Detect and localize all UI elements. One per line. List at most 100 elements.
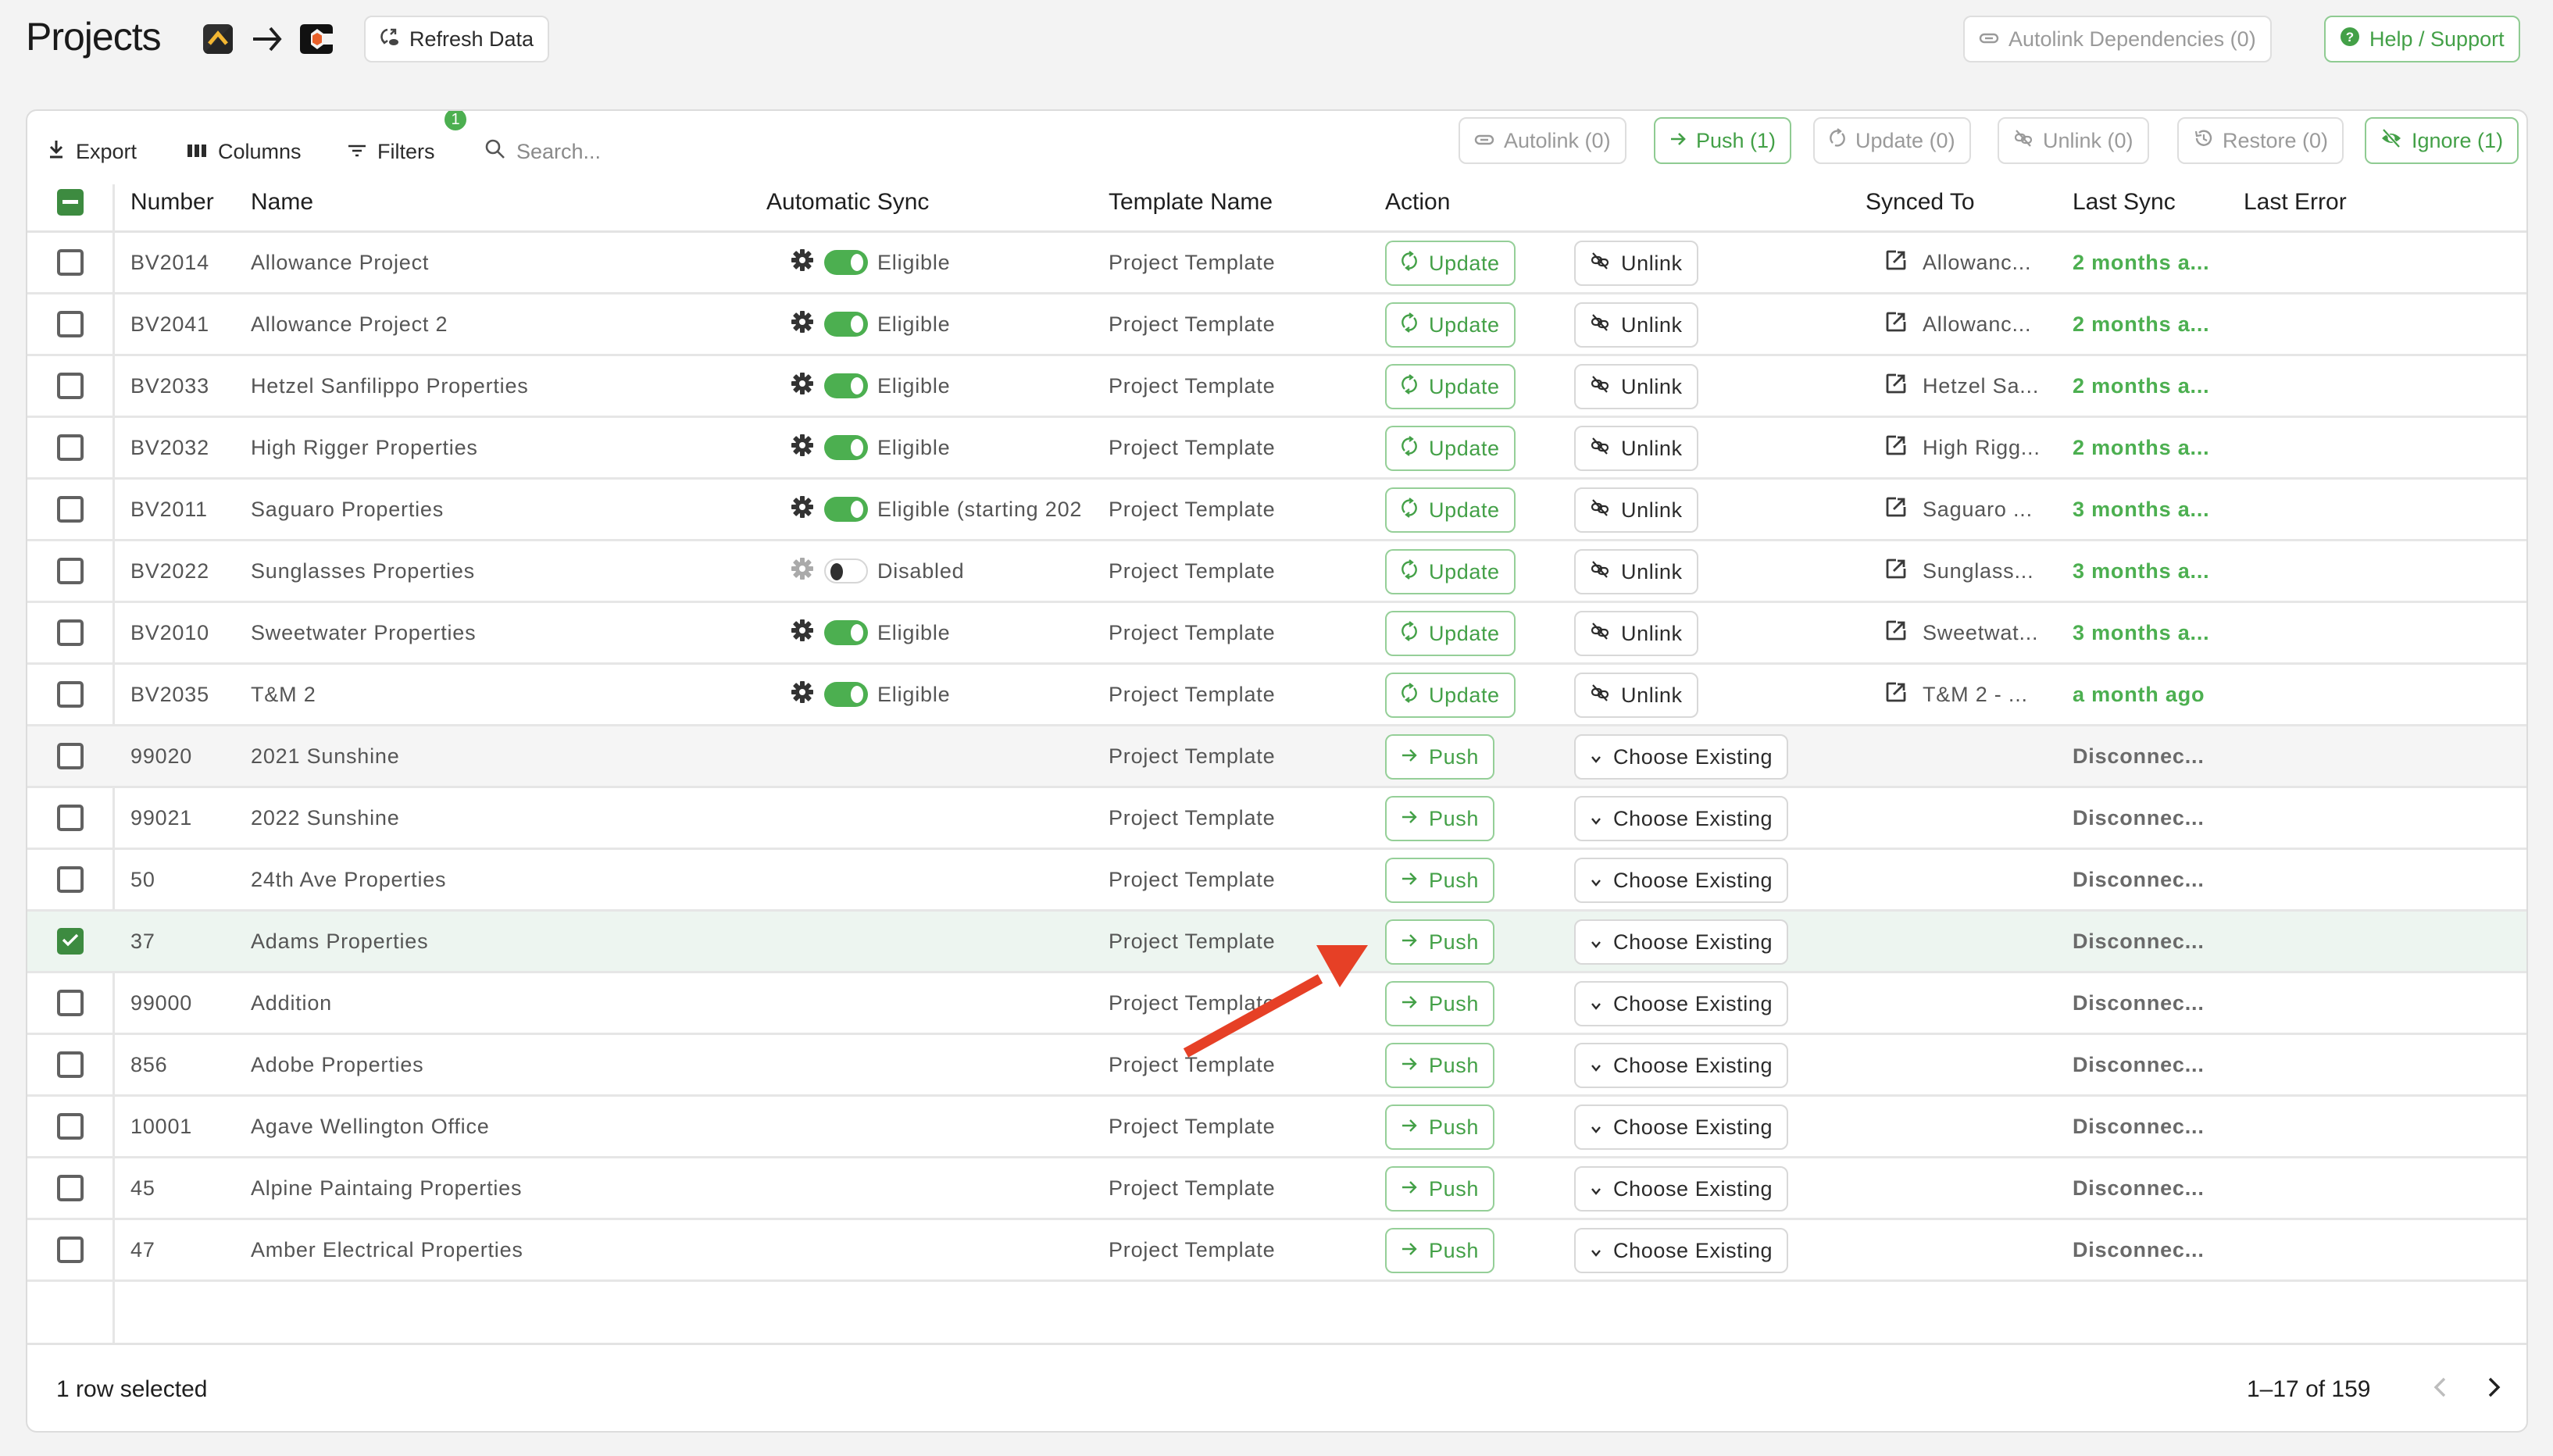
row-checkbox[interactable] <box>57 681 84 708</box>
update-button[interactable]: Update <box>1385 487 1516 533</box>
choose-existing-dropdown[interactable]: Choose Existing <box>1574 858 1789 903</box>
column-header-synced-to[interactable]: Synced To <box>1866 173 1975 230</box>
external-link-icon[interactable] <box>1885 249 1907 277</box>
refresh-data-button[interactable]: Refresh Data <box>364 16 550 62</box>
unlink-button[interactable]: Unlink <box>1574 673 1698 718</box>
external-link-icon[interactable] <box>1885 311 1907 338</box>
synced-to-cell[interactable]: Sweetwat... <box>1885 603 2038 662</box>
external-link-icon[interactable] <box>1885 619 1907 647</box>
update-button[interactable]: Update <box>1385 673 1516 718</box>
table-row[interactable]: BV2010 Sweetwater Properties Eligible Pro… <box>27 603 2526 665</box>
gear-icon[interactable] <box>790 556 815 587</box>
push-button[interactable]: Push <box>1385 1228 1494 1273</box>
auto-sync-toggle[interactable] <box>824 373 868 398</box>
table-row[interactable]: BV2032 High Rigger Properties Eligible Pr… <box>27 418 2526 480</box>
table-row[interactable]: 10001 Agave Wellington Office Project Temp… <box>27 1097 2526 1158</box>
table-row[interactable]: 50 24th Ave Properties Project Template Pu… <box>27 850 2526 912</box>
push-button[interactable]: Push <box>1385 919 1494 965</box>
table-row[interactable]: 47 Amber Electrical Properties Project Tem… <box>27 1220 2526 1282</box>
row-checkbox[interactable] <box>57 805 84 831</box>
synced-to-cell[interactable]: Saguaro ... <box>1885 480 2033 539</box>
synced-to-name[interactable]: T&M 2 - ... <box>1923 683 2028 707</box>
gear-icon[interactable] <box>790 680 815 710</box>
synced-to-name[interactable]: Allowanc... <box>1923 251 2031 275</box>
gear-icon[interactable] <box>790 371 815 401</box>
table-row[interactable]: 45 Alpine Paintaing Properties Project Tem… <box>27 1158 2526 1220</box>
synced-to-name[interactable]: High Rigg... <box>1923 436 2041 460</box>
previous-page-button[interactable] <box>2424 1373 2455 1404</box>
update-button[interactable]: Update <box>1385 241 1516 286</box>
bulk-unlink-button[interactable]: Unlink (0) <box>1998 117 2149 164</box>
column-header-template-name[interactable]: Template Name <box>1109 173 1273 230</box>
unlink-button[interactable]: Unlink <box>1574 487 1698 533</box>
row-checkbox[interactable] <box>57 434 84 461</box>
auto-sync-toggle[interactable] <box>824 497 868 522</box>
auto-sync-toggle[interactable] <box>824 250 868 275</box>
autolink-dependencies-button[interactable]: Autolink Dependencies (0) <box>1963 16 2272 62</box>
row-checkbox[interactable] <box>57 1051 84 1078</box>
auto-sync-toggle[interactable] <box>824 682 868 707</box>
bulk-push-button[interactable]: Push (1) <box>1654 117 1792 164</box>
table-row[interactable]: 99021 2022 Sunshine Project Template Push … <box>27 788 2526 850</box>
update-button[interactable]: Update <box>1385 364 1516 409</box>
table-row[interactable]: BV2035 T&M 2 Eligible Project Template Up… <box>27 665 2526 726</box>
push-button[interactable]: Push <box>1385 1104 1494 1150</box>
auto-sync-toggle[interactable] <box>824 558 868 583</box>
next-page-button[interactable] <box>2479 1373 2510 1404</box>
unlink-button[interactable]: Unlink <box>1574 426 1698 471</box>
table-row[interactable]: BV2033 Hetzel Sanfilippo Properties Eligi… <box>27 356 2526 418</box>
synced-to-name[interactable]: Sunglass... <box>1923 559 2033 583</box>
bulk-autolink-button[interactable]: Autolink (0) <box>1459 117 1626 164</box>
unlink-button[interactable]: Unlink <box>1574 241 1698 286</box>
column-header-last-error[interactable]: Last Error <box>2244 173 2347 230</box>
gear-icon[interactable] <box>790 433 815 463</box>
synced-to-cell[interactable]: T&M 2 - ... <box>1885 665 2028 724</box>
synced-to-name[interactable]: Sweetwat... <box>1923 621 2038 645</box>
choose-existing-dropdown[interactable]: Choose Existing <box>1574 796 1789 841</box>
row-checkbox[interactable] <box>57 990 84 1016</box>
choose-existing-dropdown[interactable]: Choose Existing <box>1574 1043 1789 1088</box>
table-row[interactable]: 99020 2021 Sunshine Project Template Push … <box>27 726 2526 788</box>
external-link-icon[interactable] <box>1885 558 1907 585</box>
bulk-update-button[interactable]: Update (0) <box>1813 117 1971 164</box>
unlink-button[interactable]: Unlink <box>1574 364 1698 409</box>
synced-to-cell[interactable]: Allowanc... <box>1885 294 2031 354</box>
push-button[interactable]: Push <box>1385 1166 1494 1212</box>
synced-to-name[interactable]: Allowanc... <box>1923 312 2031 337</box>
column-header-last-sync[interactable]: Last Sync <box>2073 173 2176 230</box>
column-header-automatic-sync[interactable]: Automatic Sync <box>766 173 929 230</box>
push-button[interactable]: Push <box>1385 734 1494 780</box>
synced-to-name[interactable]: Saguaro ... <box>1923 498 2033 522</box>
gear-icon[interactable] <box>790 309 815 340</box>
choose-existing-dropdown[interactable]: Choose Existing <box>1574 981 1789 1026</box>
table-row[interactable]: 99000 Addition Project Template Push Choos… <box>27 973 2526 1035</box>
search-input[interactable] <box>516 139 751 164</box>
row-checkbox[interactable] <box>57 743 84 769</box>
synced-to-cell[interactable]: Allowanc... <box>1885 233 2031 292</box>
table-row[interactable]: BV2014 Allowance Project Eligible Project… <box>27 233 2526 294</box>
unlink-button[interactable]: Unlink <box>1574 611 1698 656</box>
choose-existing-dropdown[interactable]: Choose Existing <box>1574 919 1789 965</box>
unlink-button[interactable]: Unlink <box>1574 549 1698 594</box>
row-checkbox[interactable] <box>57 1237 84 1263</box>
search-box[interactable] <box>485 130 751 173</box>
table-row[interactable]: BV2041 Allowance Project 2 Eligible Proje… <box>27 294 2526 356</box>
auto-sync-toggle[interactable] <box>824 312 868 337</box>
column-header-action[interactable]: Action <box>1385 173 1450 230</box>
auto-sync-toggle[interactable] <box>824 620 868 645</box>
choose-existing-dropdown[interactable]: Choose Existing <box>1574 1104 1789 1150</box>
synced-to-cell[interactable]: Hetzel Sa... <box>1885 356 2039 416</box>
update-button[interactable]: Update <box>1385 549 1516 594</box>
synced-to-cell[interactable]: High Rigg... <box>1885 418 2041 477</box>
gear-icon[interactable] <box>790 248 815 278</box>
row-checkbox[interactable] <box>57 558 84 584</box>
unlink-button[interactable]: Unlink <box>1574 302 1698 348</box>
external-link-icon[interactable] <box>1885 434 1907 462</box>
table-row[interactable]: 856 Adobe Properties Project Template Push… <box>27 1035 2526 1097</box>
table-row[interactable]: BV2022 Sunglasses Properties Disabled Pro… <box>27 541 2526 603</box>
row-checkbox[interactable] <box>57 373 84 399</box>
choose-existing-dropdown[interactable]: Choose Existing <box>1574 1228 1789 1273</box>
row-checkbox[interactable] <box>57 928 84 955</box>
export-button[interactable]: Export <box>48 130 137 173</box>
external-link-icon[interactable] <box>1885 373 1907 400</box>
